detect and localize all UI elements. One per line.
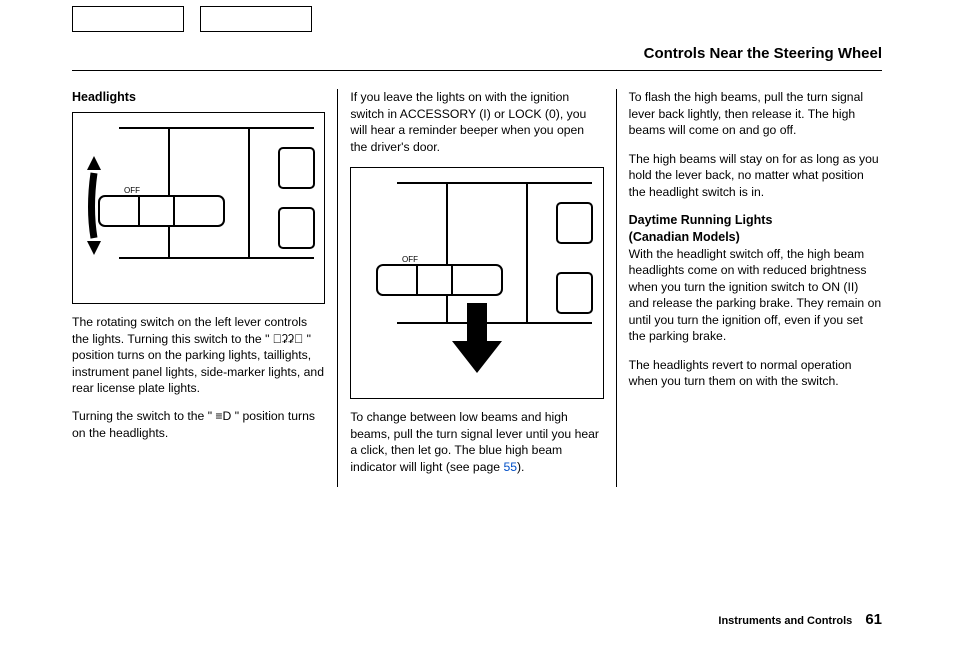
headlight-switch-diagram: OFF: [79, 118, 319, 298]
column-3: To flash the high beams, pull the turn s…: [616, 89, 882, 487]
tab-2[interactable]: [200, 6, 312, 32]
svg-text:OFF: OFF: [124, 186, 140, 195]
heading-drl: Daytime Running Lights (Canadian Models): [629, 212, 882, 246]
para-drl: With the headlight switch off, the high …: [629, 246, 882, 345]
svg-text:OFF: OFF: [402, 255, 418, 264]
column-1: Headlights OFF: [72, 89, 337, 487]
parking-light-icon: ʡʡ: [269, 332, 306, 346]
page-number: 61: [865, 611, 882, 628]
para-lever-intro: The rotating switch on the left lever co…: [72, 314, 325, 396]
column-2: If you leave the lights on with the igni…: [337, 89, 615, 487]
para-beam-change: To change between low beams and high bea…: [350, 409, 603, 475]
para-revert: The headlights revert to normal operatio…: [629, 357, 882, 390]
page-title: Controls Near the Steering Wheel: [72, 44, 882, 64]
tab-1[interactable]: [72, 6, 184, 32]
page-footer: Instruments and Controls 61: [718, 610, 882, 630]
figure-rotating-switch: OFF: [72, 112, 325, 304]
para-headlight-on: Turning the switch to the " ≡D " positio…: [72, 408, 325, 441]
para-beeper: If you leave the lights on with the igni…: [350, 89, 603, 155]
beam-change-diagram: OFF: [357, 173, 597, 393]
para-hold: The high beams will stay on for as long …: [629, 151, 882, 200]
section-label: Instruments and Controls: [718, 615, 852, 627]
title-rule: [72, 70, 882, 71]
top-tab-row: [72, 6, 882, 32]
heading-headlights: Headlights: [72, 89, 325, 106]
link-page-55[interactable]: 55: [503, 460, 517, 474]
headlight-icon: ≡D: [212, 409, 235, 423]
figure-beam-change: OFF: [350, 167, 603, 399]
para-flash: To flash the high beams, pull the turn s…: [629, 89, 882, 138]
body-columns: Headlights OFF: [72, 89, 882, 487]
